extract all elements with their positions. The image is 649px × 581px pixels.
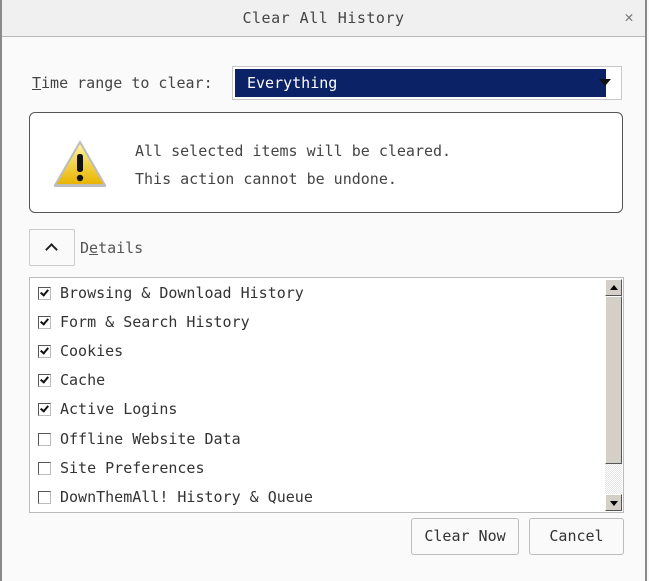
checkbox[interactable] xyxy=(38,286,51,300)
details-label-accel: e xyxy=(89,239,99,257)
history-item-checkbox[interactable]: Active Logins xyxy=(38,398,177,420)
history-items-list: Browsing & Download History Form & Search… xyxy=(29,277,624,513)
warning-line-1: All selected items will be cleared. xyxy=(135,142,452,160)
history-item-checkbox[interactable]: Browsing & Download History xyxy=(38,282,304,304)
cancel-button[interactable]: Cancel xyxy=(529,518,624,555)
chevron-up-icon xyxy=(45,243,58,256)
history-item-label: Cache xyxy=(60,371,106,389)
vertical-scrollbar[interactable] xyxy=(605,279,622,511)
warning-line-2: This action cannot be undone. xyxy=(135,170,397,188)
time-range-label-text: ime range to clear: xyxy=(41,74,213,92)
clear-now-button[interactable]: Clear Now xyxy=(411,518,519,555)
history-item-checkbox[interactable]: Site Preferences xyxy=(38,457,205,479)
checkbox[interactable] xyxy=(38,373,51,387)
history-item-label: Cookies xyxy=(60,342,124,360)
title-bar: Clear All History ✕ xyxy=(2,0,645,37)
checkbox[interactable] xyxy=(38,432,51,446)
warning-box: All selected items will be cleared. This… xyxy=(29,112,623,213)
clear-history-dialog: Clear All History ✕ Time range to clear:… xyxy=(0,0,647,581)
history-item-label: Site Preferences xyxy=(60,459,205,477)
history-item-checkbox[interactable]: Form & Search History xyxy=(38,311,250,333)
history-item-checkbox[interactable]: Cookies xyxy=(38,340,123,362)
details-label-part: D xyxy=(80,239,90,257)
arrow-down-icon xyxy=(610,501,618,506)
scrollbar-thumb[interactable] xyxy=(605,296,622,464)
dialog-title: Clear All History xyxy=(242,9,405,27)
time-range-label-accel: T xyxy=(32,74,42,92)
history-item-label: Form & Search History xyxy=(60,313,250,331)
time-range-selected-value: Everything xyxy=(235,69,606,97)
checkbox[interactable] xyxy=(38,315,51,329)
checkbox[interactable] xyxy=(38,402,51,416)
history-item-checkbox[interactable]: DownThemAll! History & Queue xyxy=(38,486,313,508)
history-item-checkbox[interactable]: Offline Website Data xyxy=(38,428,241,450)
scroll-down-button[interactable] xyxy=(605,494,622,511)
details-label-part: tails xyxy=(98,239,144,257)
details-label: Details xyxy=(80,239,143,257)
history-item-label: DownThemAll! History & Queue xyxy=(60,488,313,506)
history-item-checkbox[interactable]: Cache xyxy=(38,369,105,391)
details-toggle-button[interactable] xyxy=(29,229,75,266)
time-range-label: Time range to clear: xyxy=(32,74,213,92)
close-icon[interactable]: ✕ xyxy=(621,9,637,25)
arrow-up-icon xyxy=(610,285,618,290)
warning-triangle-icon xyxy=(53,140,107,187)
checkbox[interactable] xyxy=(38,344,51,358)
scroll-up-button[interactable] xyxy=(605,279,622,296)
history-item-label: Offline Website Data xyxy=(60,430,241,448)
history-item-label: Browsing & Download History xyxy=(60,284,304,302)
checkbox[interactable] xyxy=(38,490,51,504)
dropdown-arrow-icon[interactable] xyxy=(599,79,611,86)
time-range-select[interactable]: Everything xyxy=(232,66,622,100)
history-item-label: Active Logins xyxy=(60,400,178,418)
checkbox[interactable] xyxy=(38,461,51,475)
warning-text: All selected items will be cleared. This… xyxy=(135,137,451,193)
